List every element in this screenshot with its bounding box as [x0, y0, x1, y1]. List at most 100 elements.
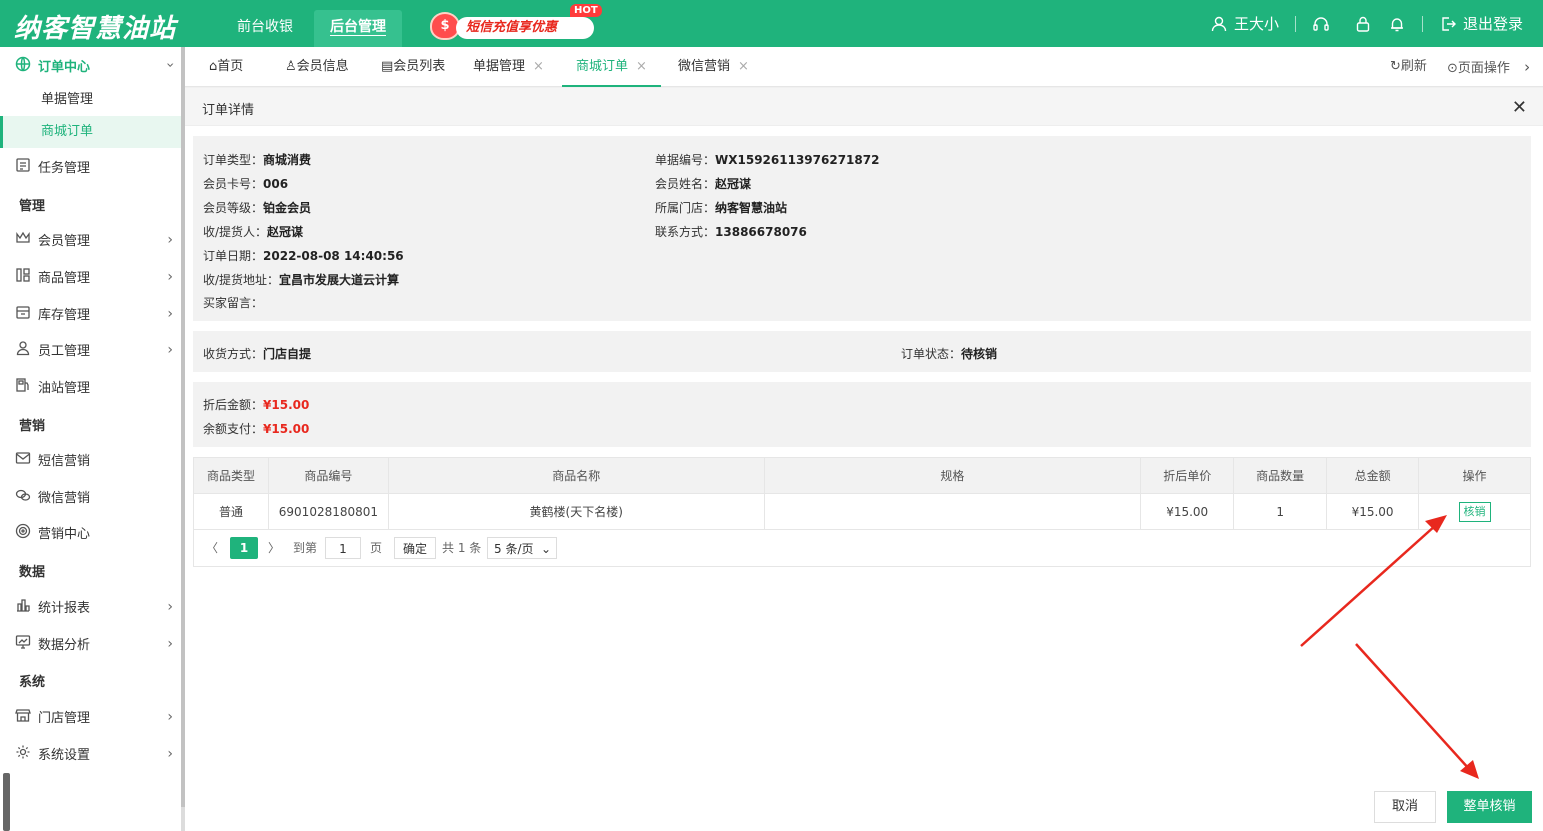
- goods-icon: [15, 267, 33, 285]
- sidebar-item-mall-orders[interactable]: 商城订单: [0, 116, 181, 148]
- column-header: 操作: [1418, 457, 1531, 494]
- table-row: 普通 6901028180801 黄鹤楼(天下名楼) ¥15.00 1 ¥15.…: [193, 493, 1531, 530]
- delivery-method: 收货方式：门店自提: [203, 347, 312, 361]
- topnav-back-office[interactable]: 后台管理: [314, 10, 402, 47]
- member-card: 会员卡号：006: [203, 177, 289, 191]
- goto-page-input[interactable]: 1: [325, 537, 361, 559]
- close-icon[interactable]: ×: [533, 59, 544, 74]
- sidebar-item-store[interactable]: 门店管理 ›: [0, 698, 181, 734]
- logout-link[interactable]: 退出登录: [1463, 13, 1523, 34]
- staff-icon: [15, 340, 33, 358]
- clipboard-icon: ▤: [381, 59, 394, 74]
- tab-member-info[interactable]: ♙会员信息: [285, 47, 349, 87]
- sidebar-item-marketing-center[interactable]: 营销中心: [0, 514, 181, 550]
- sidebar-item-settings[interactable]: 系统设置 ›: [0, 735, 181, 771]
- store-icon: [15, 707, 33, 725]
- column-header: 商品类型: [193, 457, 269, 494]
- headset-icon[interactable]: [1312, 15, 1330, 33]
- chevron-right-icon: ›: [167, 746, 173, 762]
- sidebar-item-report[interactable]: 统计报表 ›: [0, 588, 181, 624]
- ops-icon: ⊙: [1447, 61, 1458, 76]
- column-header: 商品名称: [387, 457, 765, 494]
- cell-code: 6901028180801: [267, 493, 389, 530]
- sidebar-item-sms[interactable]: 短信营销: [0, 441, 181, 477]
- topnav-front-cashier[interactable]: 前台收银: [221, 10, 309, 47]
- logout-icon[interactable]: [1439, 15, 1457, 33]
- sidebar-label: 员工管理: [38, 343, 91, 359]
- tab-label: 商城订单: [576, 59, 629, 74]
- sidebar-item-analysis[interactable]: 数据分析 ›: [0, 625, 181, 661]
- chevron-right-icon: ›: [167, 709, 173, 725]
- column-header: 商品数量: [1233, 457, 1328, 494]
- wechat-icon: [15, 487, 33, 505]
- close-icon[interactable]: ×: [636, 59, 647, 74]
- chevron-right-icon: ›: [167, 599, 173, 615]
- chevron-down-icon: ›: [162, 62, 179, 68]
- column-header: 折后单价: [1140, 457, 1235, 494]
- chevron-right-icon: ›: [167, 636, 173, 652]
- monitor-chart-icon: [15, 634, 33, 652]
- sidebar-item-member[interactable]: 会员管理 ›: [0, 221, 181, 257]
- refresh-icon: ↻: [1390, 59, 1401, 74]
- page-size-select[interactable]: 5 条/页 ⌄: [487, 537, 557, 559]
- cancel-button[interactable]: 取消: [1374, 791, 1436, 823]
- cell-type: 普通: [193, 493, 269, 530]
- tab-wechat-marketing[interactable]: 微信营销 ×: [678, 47, 749, 87]
- order-status: 订单状态：待核销: [901, 347, 998, 361]
- tab-member-list[interactable]: ▤会员列表: [381, 47, 445, 87]
- user-name[interactable]: 王大小: [1234, 13, 1279, 34]
- sidebar-label: 库存管理: [38, 307, 91, 323]
- page-size-value: 5 条/页: [494, 542, 534, 556]
- sidebar-label: 营销中心: [38, 526, 91, 542]
- sidebar-item-goods[interactable]: 商品管理 ›: [0, 258, 181, 294]
- sidebar-label: 任务管理: [38, 160, 91, 176]
- cell-qty: 1: [1233, 493, 1328, 530]
- side-handle[interactable]: [3, 773, 10, 831]
- sidebar-item-stock[interactable]: 库存管理 ›: [0, 295, 181, 331]
- sidebar-label: 短信营销: [38, 453, 91, 469]
- section-header-manage: 管理: [19, 199, 46, 214]
- sidebar-item-bills[interactable]: 单据管理: [0, 84, 181, 116]
- cell-action: 核销: [1418, 493, 1531, 530]
- bell-icon[interactable]: [1388, 15, 1406, 33]
- order-detail-panel: 订单详情 ✕ 订单类型：商城消费 会员卡号：006 会员等级：铂金会员 收/提货…: [185, 88, 1543, 831]
- prev-page-icon[interactable]: 〈: [206, 537, 218, 559]
- goto-confirm-button[interactable]: 确定: [394, 537, 437, 559]
- tab-label: 会员信息: [296, 59, 349, 74]
- globe-icon: [15, 56, 33, 74]
- verify-row-button[interactable]: 核销: [1458, 501, 1491, 522]
- refresh-label: 刷新: [1400, 59, 1427, 74]
- next-page-icon[interactable]: 〉: [268, 537, 280, 559]
- close-icon[interactable]: ✕: [1512, 97, 1527, 118]
- buyer-message: 买家留言：: [203, 296, 264, 310]
- sidebar-item-station[interactable]: 油站管理: [0, 368, 181, 404]
- chevron-right-icon: ›: [167, 342, 173, 358]
- page-unit-label: 页: [370, 541, 383, 555]
- fuel-pump-icon: [15, 377, 33, 395]
- goto-label: 到第: [293, 541, 318, 555]
- total-count: 共 1 条: [442, 541, 482, 555]
- divider: [1421, 15, 1423, 32]
- page-ops-button[interactable]: ⊙页面操作 ›: [1447, 47, 1530, 87]
- chevron-right-icon: ›: [167, 269, 173, 285]
- tab-bills[interactable]: 单据管理 ×: [473, 47, 544, 87]
- verify-all-button[interactable]: 整单核销: [1447, 791, 1532, 823]
- sidebar-item-task[interactable]: 任务管理: [0, 148, 181, 184]
- member-name: 会员姓名：赵冠谋: [655, 177, 752, 191]
- page-number-current[interactable]: 1: [230, 537, 258, 559]
- tab-mall-orders[interactable]: 商城订单 ×: [562, 47, 661, 87]
- tab-home[interactable]: ⌂首页: [209, 47, 243, 87]
- sidebar-label: 统计报表: [38, 600, 91, 616]
- chevron-down-icon: ⌄: [540, 542, 551, 556]
- panel-title: 订单详情: [202, 103, 255, 118]
- balance-payment: 余额支付：¥15.00: [203, 422, 310, 436]
- refresh-button[interactable]: ↻刷新: [1390, 47, 1427, 87]
- section-header-system: 系统: [19, 675, 46, 690]
- sidebar-item-staff[interactable]: 员工管理 ›: [0, 331, 181, 367]
- sidebar-item-order-center[interactable]: 订单中心 ›: [0, 47, 181, 83]
- close-icon[interactable]: ×: [738, 59, 749, 74]
- sms-promo-banner[interactable]: $ 短信充值享优惠 HOT: [430, 4, 602, 40]
- sidebar-item-wechat[interactable]: 微信营销: [0, 478, 181, 514]
- lock-icon[interactable]: [1354, 15, 1372, 33]
- chevron-right-icon[interactable]: ›: [1524, 58, 1530, 76]
